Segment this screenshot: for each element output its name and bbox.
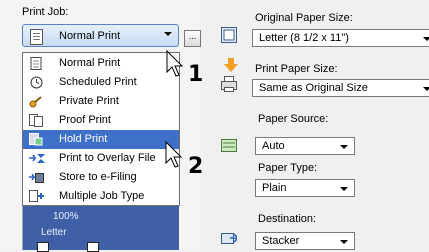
print-job-menu: Normal Print Scheduled Print Private Pri… xyxy=(22,52,180,206)
menu-item-label: Hold Print xyxy=(59,133,108,145)
paper-source-label: Paper Source: xyxy=(258,113,329,125)
preview-page-icon xyxy=(87,242,99,252)
chevron-down-icon xyxy=(340,145,348,149)
multiple-job-icon xyxy=(29,190,44,203)
print-job-value: Normal Print xyxy=(59,30,121,42)
menu-item-label: Private Print xyxy=(59,95,119,107)
paper-source-select[interactable]: Auto xyxy=(255,137,355,155)
chevron-down-icon xyxy=(340,240,348,244)
mouse-cursor-icon xyxy=(166,50,184,77)
menu-item-multiple-job-type[interactable]: Multiple Job Type xyxy=(23,187,179,206)
menu-item-private-print[interactable]: Private Print xyxy=(23,92,179,111)
destination-value: Stacker xyxy=(262,235,300,247)
overlay-icon xyxy=(29,152,45,165)
destination-label: Destination: xyxy=(258,213,317,225)
menu-item-print-to-overlay[interactable]: Print to Overlay File xyxy=(23,149,179,168)
menu-item-label: Normal Print xyxy=(59,57,121,69)
clock-icon xyxy=(29,76,43,89)
efiling-icon xyxy=(29,171,44,184)
original-paper-size-label: Original Paper Size: xyxy=(255,12,353,24)
printer-icon xyxy=(221,76,237,92)
paper-size-icon xyxy=(221,27,237,43)
paper-type-value: Plain xyxy=(262,182,287,194)
destination-icon xyxy=(221,233,237,244)
preview-zoom: 100% xyxy=(53,211,79,222)
paper-tray-icon xyxy=(221,139,237,152)
arrow-down-orange-icon xyxy=(224,58,238,72)
original-paper-size-select[interactable]: Letter (8 1/2 x 11") xyxy=(252,29,429,47)
more-button[interactable]: ... xyxy=(184,30,201,47)
original-paper-size-value: Letter (8 1/2 x 11") xyxy=(259,32,349,44)
document-icon xyxy=(29,57,43,70)
menu-item-normal-print[interactable]: Normal Print xyxy=(23,54,179,73)
proof-icon xyxy=(29,114,43,127)
document-icon xyxy=(30,29,43,45)
key-icon xyxy=(29,95,43,108)
chevron-down-icon xyxy=(340,187,348,191)
paper-source-value: Auto xyxy=(262,140,285,152)
chevron-down-icon xyxy=(423,87,429,91)
callout-number-2: 2 xyxy=(188,154,204,179)
print-job-label: Print Job: xyxy=(22,6,69,18)
paper-type-select[interactable]: Plain xyxy=(255,179,355,197)
mouse-cursor-icon xyxy=(165,141,183,168)
menu-item-proof-print[interactable]: Proof Print xyxy=(23,111,179,130)
chevron-down-icon xyxy=(423,37,429,41)
destination-select[interactable]: Stacker xyxy=(255,232,355,250)
print-job-select[interactable]: Normal Print xyxy=(22,24,179,47)
hold-icon xyxy=(29,133,43,146)
menu-item-label: Multiple Job Type xyxy=(59,190,145,202)
menu-item-hold-print[interactable]: Hold Print xyxy=(23,130,179,149)
menu-item-label: Scheduled Print xyxy=(59,76,137,88)
print-paper-size-label: Print Paper Size: xyxy=(255,63,338,75)
paper-type-label: Paper Type: xyxy=(258,162,318,174)
menu-item-store-to-efiling[interactable]: Store to e-Filing xyxy=(23,168,179,187)
menu-item-label: Proof Print xyxy=(59,114,111,126)
preview-page-icon xyxy=(37,242,49,252)
preview-size: Letter xyxy=(41,227,67,238)
menu-item-scheduled-print[interactable]: Scheduled Print xyxy=(23,73,179,92)
menu-item-label: Print to Overlay File xyxy=(59,152,156,164)
print-paper-size-select[interactable]: Same as Original Size xyxy=(252,79,429,97)
print-paper-size-value: Same as Original Size xyxy=(259,82,368,94)
menu-item-label: Store to e-Filing xyxy=(59,171,137,183)
callout-number-1: 1 xyxy=(188,62,204,87)
chevron-down-icon xyxy=(164,32,172,36)
